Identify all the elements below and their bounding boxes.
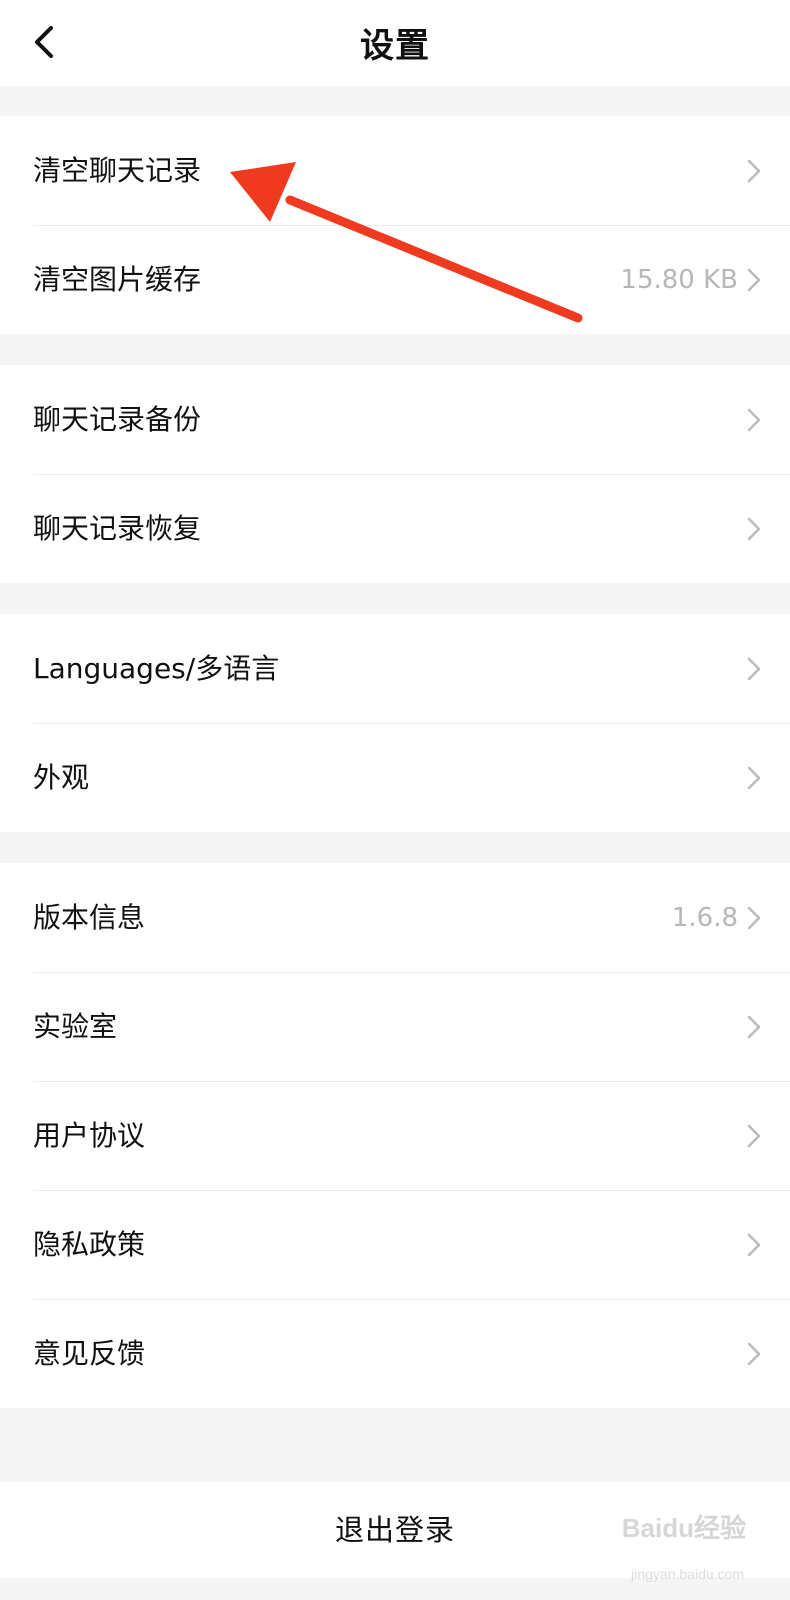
version-value: 1.6.8 xyxy=(671,902,738,933)
baidu-watermark-logo: Baidu经验 xyxy=(621,1513,746,1543)
page-title: 设置 xyxy=(360,26,430,66)
navigation-bar: 设置 xyxy=(0,0,790,86)
chevron-right-icon xyxy=(747,1015,761,1038)
chevron-right-icon xyxy=(747,517,761,540)
cache-size-value: 15.80 KB xyxy=(620,264,738,295)
baidu-watermark-url: jingyan.baidu.com xyxy=(631,1566,744,1582)
chevron-right-icon xyxy=(747,159,761,182)
chevron-right-icon xyxy=(747,657,761,680)
settings-row-appearance[interactable]: 外观 xyxy=(0,723,790,832)
settings-row-version-info[interactable]: 版本信息 1.6.8 xyxy=(0,863,790,972)
row-label: 聊天记录备份 xyxy=(33,403,202,436)
row-label: 实验室 xyxy=(33,1010,118,1043)
settings-group-backup: 聊天记录备份 聊天记录恢复 xyxy=(0,365,790,583)
settings-row-privacy-policy[interactable]: 隐私政策 xyxy=(0,1190,790,1299)
row-label: 聊天记录恢复 xyxy=(33,512,202,545)
settings-row-clear-chat-history[interactable]: 清空聊天记录 xyxy=(0,116,790,225)
settings-row-chat-backup[interactable]: 聊天记录备份 xyxy=(0,365,790,474)
chevron-right-icon xyxy=(747,906,761,929)
chevron-right-icon xyxy=(747,766,761,789)
settings-row-clear-image-cache[interactable]: 清空图片缓存 15.80 KB xyxy=(0,225,790,334)
chevron-right-icon xyxy=(747,1124,761,1147)
settings-row-user-agreement[interactable]: 用户协议 xyxy=(0,1081,790,1190)
row-label: 外观 xyxy=(33,761,90,794)
settings-group-display: Languages/多语言 外观 xyxy=(0,614,790,832)
row-label: 用户协议 xyxy=(33,1119,146,1152)
settings-group-cache: 清空聊天记录 清空图片缓存 15.80 KB xyxy=(0,116,790,334)
settings-row-feedback[interactable]: 意见反馈 xyxy=(0,1299,790,1408)
row-label: 隐私政策 xyxy=(33,1228,146,1261)
chevron-right-icon xyxy=(747,1342,761,1365)
row-label: 清空图片缓存 xyxy=(33,263,202,296)
settings-row-lab[interactable]: 实验室 xyxy=(0,972,790,1081)
settings-row-languages[interactable]: Languages/多语言 xyxy=(0,614,790,723)
settings-group-about: 版本信息 1.6.8 实验室 用户协议 隐私政策 意见反馈 xyxy=(0,863,790,1408)
row-label: 意见反馈 xyxy=(33,1337,146,1370)
row-label: Languages/多语言 xyxy=(33,652,280,685)
row-label: 版本信息 xyxy=(33,901,146,934)
chevron-right-icon xyxy=(747,268,761,291)
settings-row-chat-restore[interactable]: 聊天记录恢复 xyxy=(0,474,790,583)
chevron-right-icon xyxy=(747,1233,761,1256)
chevron-right-icon xyxy=(747,408,761,431)
row-label: 清空聊天记录 xyxy=(33,154,202,187)
